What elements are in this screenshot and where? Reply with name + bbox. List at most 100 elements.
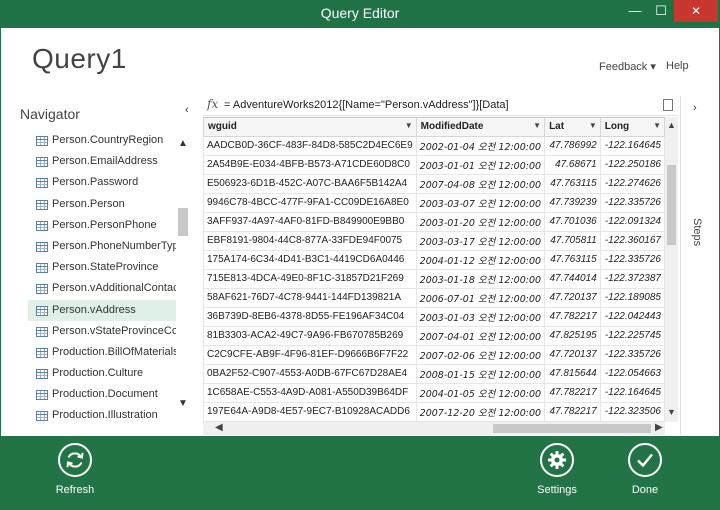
table-cell[interactable]: 47.815644 (544, 363, 601, 384)
table-cell[interactable]: 47.705811 (544, 230, 601, 251)
table-cell[interactable]: EBF8191-9804-44C8-877A-33FDE94F0075 (203, 230, 417, 251)
table-cell[interactable]: 197E64A-A9D8-4E57-9EC7-B10928ACADD6 (203, 401, 417, 422)
table-row[interactable]: 3AFF937-4A97-4AF0-81FD-B849900E9BB0 2003-… (203, 211, 665, 232)
navigator-item[interactable]: Production.Document (28, 384, 176, 405)
scroll-down-icon[interactable]: ▼ (178, 398, 188, 409)
column-header[interactable]: Long ▼ (599, 118, 665, 137)
table-cell[interactable]: 36B739D-8EB6-4378-8D55-FE196AF34C04 (203, 306, 417, 327)
table-cell[interactable]: 1C658AE-C553-4A9D-A081-A550D39B64DF (203, 382, 417, 403)
table-cell[interactable]: 47.720137 (544, 344, 601, 365)
scroll-down-icon[interactable]: ▼ (667, 407, 676, 417)
table-cell[interactable]: 2004-01-12 오전 12:00:00 (415, 249, 546, 270)
table-cell[interactable]: 47.786992 (544, 135, 601, 156)
maximize-button[interactable]: ☐ (648, 0, 674, 22)
table-cell[interactable]: 2002-01-04 오전 12:00:00 (415, 135, 546, 156)
settings-button[interactable]: Settings (517, 436, 597, 510)
steps-collapse-button[interactable]: › (693, 102, 697, 114)
table-cell[interactable]: 2A54B9E-E034-4BFB-B573-A71CDE60D8C0 (203, 154, 417, 175)
scroll-left-icon[interactable]: ◀ (215, 422, 223, 433)
table-cell[interactable]: -122.274626 (599, 173, 665, 194)
table-row[interactable]: 1C658AE-C553-4A9D-A081-A550D39B64DF 2004-… (203, 382, 665, 403)
table-row[interactable]: 0BA2F52-C907-4553-A0DB-67FC67D28AE4 2008-… (203, 363, 665, 384)
table-cell[interactable]: -122.189085 (599, 287, 665, 308)
table-cell[interactable]: E506923-6D1B-452C-A07C-BAA6F5B142A4 (203, 173, 417, 194)
navigator-scroll-thumb[interactable] (178, 208, 188, 236)
table-cell[interactable]: 2007-04-08 오전 12:00:00 (415, 173, 546, 194)
table-row[interactable]: 81B3303-ACA2-49C7-9A96-FB670785B269 2007-… (203, 325, 665, 346)
table-row[interactable]: AADCB0D-36CF-483F-84D8-585C2D4EC6E9 2002-… (203, 135, 665, 156)
table-cell[interactable]: 2007-12-20 오전 12:00:00 (415, 401, 546, 422)
steps-label[interactable]: Steps (691, 218, 703, 258)
done-button[interactable]: Done (605, 436, 685, 510)
table-cell[interactable]: 9946C78-4BCC-477F-9FA1-CC09DE16A8E0 (203, 192, 417, 213)
table-cell[interactable]: 2007-04-01 오전 12:00:00 (415, 325, 546, 346)
table-cell[interactable]: 2003-01-18 오전 12:00:00 (415, 268, 546, 289)
table-cell[interactable]: 2003-01-20 오전 12:00:00 (415, 211, 546, 232)
table-cell[interactable]: 175A174-6C34-4D41-B3C1-4419CD6A0446 (203, 249, 417, 270)
table-row[interactable]: 9946C78-4BCC-477F-9FA1-CC09DE16A8E0 2003-… (203, 192, 665, 213)
navigator-collapse-button[interactable]: ‹ (185, 104, 189, 116)
table-cell[interactable]: -122.323506 (599, 401, 665, 422)
table-cell[interactable]: 47.739239 (544, 192, 601, 213)
table-cell[interactable]: -122.042443 (599, 306, 665, 327)
table-cell[interactable]: -122.164645 (599, 135, 665, 156)
table-cell[interactable]: 2007-02-06 오전 12:00:00 (415, 344, 546, 365)
table-cell[interactable]: 2003-03-17 오전 12:00:00 (415, 230, 546, 251)
table-cell[interactable]: -122.250186 (599, 154, 665, 175)
grid-vertical-scrollbar[interactable]: ▲ ▼ (665, 117, 678, 422)
table-cell[interactable]: 0BA2F52-C907-4553-A0DB-67FC67D28AE4 (203, 363, 417, 384)
table-cell[interactable]: -122.335726 (599, 344, 665, 365)
scroll-up-icon[interactable]: ▲ (667, 120, 676, 130)
column-header[interactable]: ModifiedDate ▼ (415, 118, 546, 137)
grid-horizontal-thumb[interactable] (493, 424, 651, 433)
navigator-item[interactable]: Production.BillOfMaterials (28, 342, 176, 363)
table-row[interactable]: 2A54B9E-E034-4BFB-B573-A71CDE60D8C0 2003-… (203, 154, 665, 175)
table-cell[interactable]: -122.335726 (599, 192, 665, 213)
table-cell[interactable]: 81B3303-ACA2-49C7-9A96-FB670785B269 (203, 325, 417, 346)
refresh-button[interactable]: Refresh (35, 436, 115, 510)
table-row[interactable]: 197E64A-A9D8-4E57-9EC7-B10928ACADD6 2007-… (203, 401, 665, 422)
navigator-item[interactable]: Person.vAdditionalContac... (28, 278, 176, 299)
table-cell[interactable]: 2003-01-03 오전 12:00:00 (415, 306, 546, 327)
table-cell[interactable]: 47.720137 (544, 287, 601, 308)
table-cell[interactable]: 47.744014 (544, 268, 601, 289)
table-cell[interactable]: 47.68671 (544, 154, 601, 175)
table-cell[interactable]: 47.782217 (544, 382, 601, 403)
grid-vertical-thumb[interactable] (667, 165, 676, 245)
document-icon[interactable] (663, 99, 673, 111)
filter-dropdown-icon[interactable]: ▼ (405, 121, 413, 130)
table-row[interactable]: 175A174-6C34-4D41-B3C1-4419CD6A0446 2004-… (203, 249, 665, 270)
formula-bar[interactable]: fx = AdventureWorks2012{[Name="Person.vA… (203, 96, 678, 116)
table-row[interactable]: 715E813-4DCA-49E0-8F1C-31857D21F269 2003-… (203, 268, 665, 289)
navigator-item[interactable]: Person.PhoneNumberType (28, 236, 176, 257)
table-cell[interactable]: AADCB0D-36CF-483F-84D8-585C2D4EC6E9 (203, 135, 417, 156)
table-cell[interactable]: 47.763115 (544, 173, 601, 194)
navigator-item[interactable]: Person.EmailAddress (28, 151, 176, 172)
column-header[interactable]: Lat ▼ (544, 118, 601, 137)
grid-horizontal-scrollbar[interactable]: ◀ ▶ (203, 422, 665, 435)
navigator-item[interactable]: Production.Culture (28, 363, 176, 384)
navigator-item[interactable]: Person.vAddress (28, 299, 176, 321)
table-row[interactable]: C2C9CFE-AB9F-4F96-81EF-D9666B6F7F22 2007-… (203, 344, 665, 365)
table-cell[interactable]: -122.335726 (599, 249, 665, 270)
formula-text[interactable]: = AdventureWorks2012{[Name="Person.vAddr… (224, 99, 509, 111)
table-cell[interactable]: -122.372387 (599, 268, 665, 289)
table-cell[interactable]: 47.825195 (544, 325, 601, 346)
table-cell[interactable]: 47.763115 (544, 249, 601, 270)
table-cell[interactable]: C2C9CFE-AB9F-4F96-81EF-D9666B6F7F22 (203, 344, 417, 365)
feedback-menu[interactable]: Feedback ▾ (599, 60, 656, 73)
help-link[interactable]: Help (666, 60, 689, 72)
navigator-item[interactable]: Person.CountryRegion (28, 130, 176, 151)
navigator-item[interactable]: Person.Password (28, 172, 176, 193)
navigator-item[interactable]: Person.vStateProvinceCo... (28, 321, 176, 342)
table-cell[interactable]: 2003-01-01 오전 12:00:00 (415, 154, 546, 175)
scroll-up-icon[interactable]: ▲ (178, 138, 188, 149)
table-cell[interactable]: 2003-03-07 오전 12:00:00 (415, 192, 546, 213)
minimize-button[interactable]: — (622, 0, 648, 22)
table-cell[interactable]: 47.782217 (544, 401, 601, 422)
table-row[interactable]: E506923-6D1B-452C-A07C-BAA6F5B142A4 2007-… (203, 173, 665, 194)
table-cell[interactable]: -122.360167 (599, 230, 665, 251)
filter-dropdown-icon[interactable]: ▼ (533, 121, 541, 130)
table-row[interactable]: 58AF621-76D7-4C78-9441-144FD139821A 2006-… (203, 287, 665, 308)
navigator-item[interactable]: Person.StateProvince (28, 257, 176, 278)
